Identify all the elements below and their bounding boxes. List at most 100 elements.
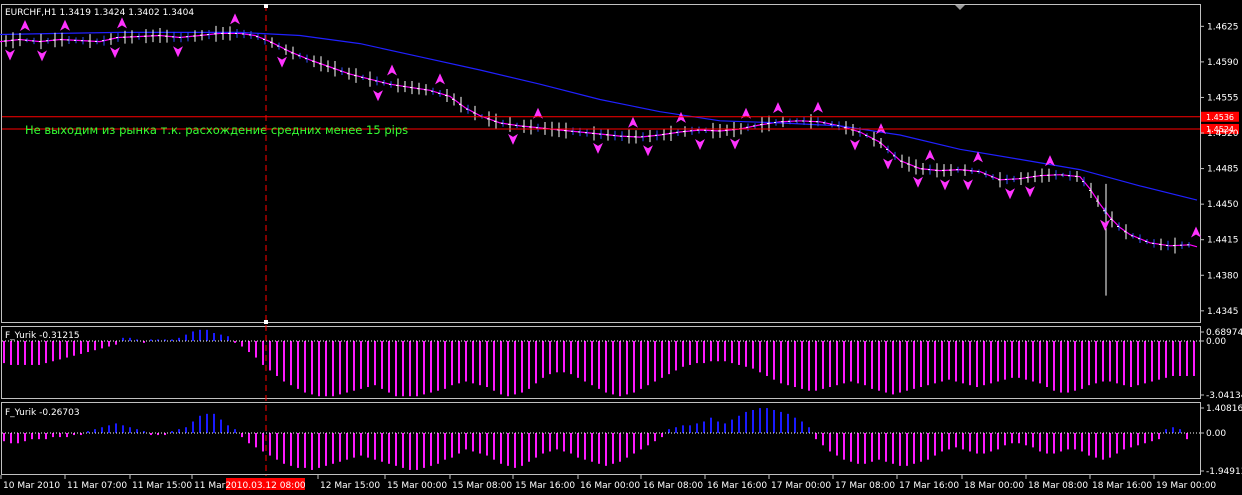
- histogram-bar-negative: [829, 433, 831, 452]
- histogram-bar-negative: [241, 341, 243, 347]
- histogram-bar-negative: [241, 433, 243, 438]
- histogram-bar-negative: [703, 341, 705, 364]
- histogram-bar-negative: [871, 341, 873, 389]
- histogram-bar-positive: [227, 336, 229, 341]
- histogram-bar-negative: [1053, 341, 1055, 391]
- histogram-bar-negative: [66, 433, 68, 438]
- chart-annotation-text: Не выходим из рынка т.к. расхождение сре…: [25, 123, 408, 137]
- histogram-bar-positive: [220, 334, 222, 341]
- histogram-bar-negative: [745, 341, 747, 367]
- price-tick-label: 1.4555: [1207, 93, 1239, 103]
- histogram-bar-negative: [647, 341, 649, 386]
- histogram-bar-positive: [150, 339, 152, 341]
- histogram-bar-negative: [290, 433, 292, 466]
- histogram-bar-negative: [1025, 433, 1027, 446]
- histogram-bar-negative: [269, 341, 271, 371]
- histogram-bar-negative: [1074, 433, 1076, 450]
- histogram-bar-negative: [346, 341, 348, 393]
- histogram-bar-negative: [528, 341, 530, 389]
- histogram-bar-positive: [766, 408, 768, 433]
- time-tick-label: 15 Mar 16:00: [515, 481, 575, 491]
- histogram-bar-negative: [878, 341, 880, 391]
- histogram-bar-negative: [661, 341, 663, 378]
- histogram-bar-negative: [920, 341, 922, 388]
- histogram-bar-negative: [976, 433, 978, 454]
- histogram-bar-negative: [430, 433, 432, 466]
- histogram-bar-negative: [108, 341, 110, 347]
- time-tick-label: 10 Mar 2010: [3, 481, 60, 491]
- histogram-bar-negative: [815, 433, 817, 440]
- histogram-bar-positive: [752, 409, 754, 433]
- histogram-bar-negative: [353, 341, 355, 391]
- histogram-bar-negative: [1046, 433, 1048, 454]
- histogram-bar-negative: [360, 341, 362, 389]
- histogram-bar-negative: [514, 341, 516, 395]
- histogram-bar-negative: [283, 341, 285, 382]
- histogram-bar-positive: [689, 425, 691, 433]
- histogram-bar-negative: [115, 341, 117, 345]
- histogram-bar-negative: [528, 433, 530, 462]
- histogram-bar-negative: [1095, 433, 1097, 458]
- histogram-bar-negative: [486, 433, 488, 456]
- indicator-panel-1[interactable]: [1, 326, 1201, 399]
- time-tick-label: 18 Mar 16:00: [1092, 481, 1152, 491]
- histogram-bar-negative: [311, 433, 313, 470]
- time-tick-label: 11 Mar: [194, 481, 226, 491]
- histogram-bar-positive: [108, 425, 110, 433]
- histogram-bar-negative: [248, 433, 250, 444]
- histogram-bar-negative: [1067, 433, 1069, 450]
- histogram-bar-negative: [262, 433, 264, 452]
- histogram-bar-negative: [3, 433, 5, 442]
- histogram-bar-negative: [570, 433, 572, 454]
- histogram-bar-negative: [1151, 433, 1153, 442]
- histogram-bar-negative: [276, 341, 278, 376]
- main-chart-panel[interactable]: [1, 4, 1201, 323]
- histogram-bar-negative: [269, 433, 271, 456]
- histogram-bar-negative: [451, 341, 453, 386]
- histogram-bar-negative: [535, 341, 537, 384]
- histogram-bar-negative: [822, 433, 824, 446]
- crosshair-mid-handle[interactable]: [264, 320, 268, 324]
- histogram-bar-positive: [122, 425, 124, 433]
- histogram-bar-negative: [66, 341, 68, 358]
- histogram-bar-negative: [920, 433, 922, 462]
- indicator-2-title: F_Yurik -0.26703: [5, 408, 80, 418]
- histogram-bar-positive: [724, 423, 726, 433]
- indicator-panel-2[interactable]: [1, 402, 1201, 475]
- histogram-bar-positive: [808, 427, 810, 433]
- histogram-bar-positive: [780, 411, 782, 433]
- histogram-bar-negative: [724, 341, 726, 362]
- histogram-bar-positive: [745, 411, 747, 433]
- crosshair-top-handle[interactable]: [264, 4, 268, 8]
- histogram-bar-negative: [31, 433, 33, 440]
- histogram-bar-negative: [1102, 341, 1104, 382]
- indicator-tick-label: 1.40816: [1206, 404, 1242, 414]
- histogram-bar-negative: [332, 433, 334, 464]
- histogram-bar-negative: [1032, 341, 1034, 382]
- histogram-bar-negative: [367, 433, 369, 458]
- histogram-bar-negative: [682, 341, 684, 367]
- histogram-bar-negative: [570, 341, 572, 375]
- indicator-2-axis: 1.40816 0.00 -1.94913: [1200, 404, 1242, 477]
- histogram-bar-negative: [1053, 433, 1055, 454]
- histogram-bar-negative: [773, 341, 775, 380]
- histogram-bar-negative: [591, 433, 593, 462]
- histogram-bar-positive: [794, 417, 796, 433]
- histogram-bar-negative: [654, 433, 656, 442]
- main-chart-title: EURCHF,H1 1.3419 1.3424 1.3402 1.3404: [5, 8, 194, 18]
- histogram-bar-negative: [1165, 341, 1167, 378]
- histogram-bar-negative: [612, 433, 614, 464]
- histogram-bar-negative: [815, 341, 817, 391]
- histogram-bar-negative: [248, 341, 250, 353]
- histogram-bar-negative: [612, 341, 614, 395]
- histogram-bar-negative: [437, 341, 439, 391]
- histogram-bar-negative: [318, 433, 320, 468]
- histogram-bar-negative: [857, 341, 859, 384]
- histogram-bar-negative: [822, 341, 824, 389]
- histogram-bar-negative: [836, 433, 838, 456]
- trading-terminal[interactable]: 1.45361.4524 EURCHF,H1 1.3419 1.3424 1.3…: [0, 0, 1242, 495]
- indicator-tick-label: -1.94913: [1206, 467, 1242, 477]
- histogram-bar-positive: [136, 429, 138, 433]
- histogram-bar-negative: [766, 341, 768, 376]
- histogram-bar-negative: [1179, 341, 1181, 376]
